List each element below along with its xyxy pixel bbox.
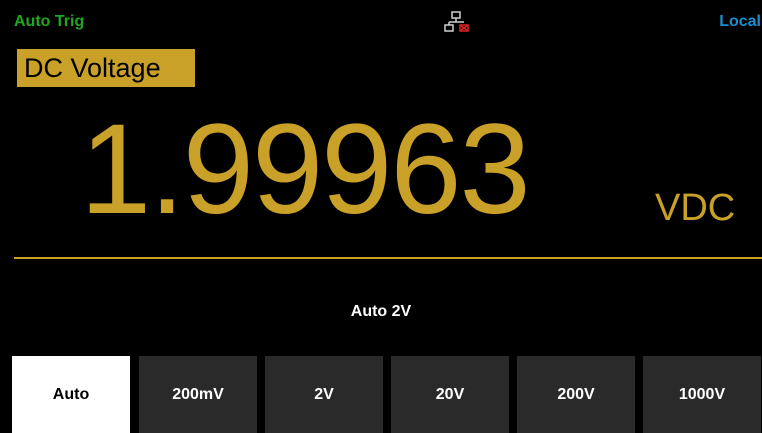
range-status: Auto 2V [350, 303, 412, 320]
trigger-mode: Auto Trig [14, 13, 85, 30]
softkey-200mv[interactable]: 200mV [139, 356, 257, 433]
measurement-reading: 1.99963 [80, 98, 531, 241]
softkey-auto[interactable]: Auto [12, 356, 130, 433]
softkey-20v[interactable]: 20V [391, 356, 509, 433]
softkey-1000v[interactable]: 1000V [643, 356, 761, 433]
softkey-label: 200mV [172, 385, 224, 403]
network-disconnected-icon [444, 11, 469, 32]
divider [14, 257, 762, 259]
softkey-label: 1000V [678, 385, 726, 403]
softkey-bar: Auto 200mV 2V 20V 200V 1000V [0, 356, 762, 433]
softkey-label: 20V [435, 385, 465, 403]
softkey-200v[interactable]: 200V [517, 356, 635, 433]
local-indicator: Local [719, 13, 761, 30]
softkey-2v[interactable]: 2V [265, 356, 383, 433]
softkey-label: Auto [52, 385, 90, 403]
softkey-label: 2V [314, 385, 334, 403]
measurement-unit: VDC [655, 187, 736, 229]
function-label: DC Voltage [17, 49, 195, 87]
status-bar: Auto Trig Local [0, 0, 762, 36]
softkey-label: 200V [557, 385, 595, 403]
